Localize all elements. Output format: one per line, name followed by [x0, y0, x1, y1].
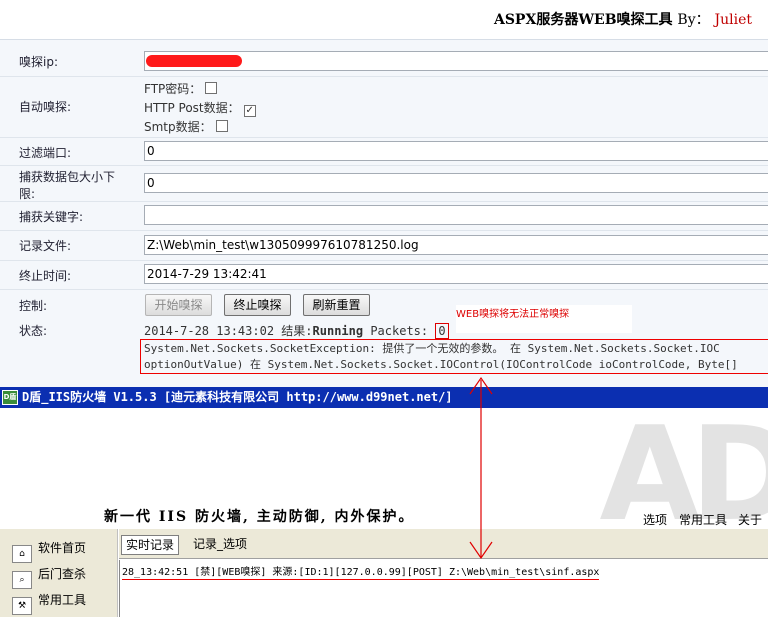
smtp-label: Smtp数据： [144, 120, 212, 134]
log-file-label: 记录文件: [19, 239, 72, 253]
log-file-input[interactable]: Z:\Web\min_test\w130509997610781250.log [144, 235, 768, 255]
min-packet-input[interactable]: 0 [144, 173, 768, 193]
port-filter-label: 过滤端口: [19, 146, 72, 160]
by-label: By： [677, 12, 710, 28]
watermark-logo: AD [599, 408, 768, 528]
nav-tools-label: 常用工具 [38, 593, 87, 607]
nav-scan-label: 后门查杀 [38, 567, 87, 581]
title-bar: ASPX服务器WEB嗅探工具 By： Juliet [0, 0, 768, 40]
row-separator [0, 76, 768, 77]
menu-tools[interactable]: 常用工具 [679, 511, 727, 528]
log-entry[interactable]: 28_13:42:51 [禁][WEB嗅探] 来源:[ID:1][127.0.0… [122, 563, 600, 580]
tab-realtime-log[interactable]: 实时记录 [121, 535, 180, 555]
smtp-option: Smtp数据： [144, 118, 228, 135]
row-separator [0, 289, 768, 290]
error-line-1: System.Net.Sockets.SocketException: 提供了一… [144, 342, 720, 355]
author-name: Juliet [714, 12, 753, 28]
port-filter-input[interactable]: 0 [144, 141, 768, 161]
status-label: 状态: [19, 324, 48, 338]
control-label: 控制: [19, 299, 48, 313]
row-separator [0, 165, 768, 166]
status-result: Running [312, 324, 364, 338]
firewall-banner: AD 新一代 IIS 防火墙, 主动防御, 内外保护。 [0, 408, 768, 528]
status-packets: 0 [435, 323, 449, 339]
dshield-logo-icon: D盾 [2, 390, 18, 405]
log-area: 28_13:42:51 [禁][WEB嗅探] 来源:[ID:1][127.0.0… [119, 560, 768, 617]
http-label: HTTP Post数据： [144, 101, 240, 115]
error-box: System.Net.Sockets.SocketException: 提供了一… [140, 339, 768, 374]
min-packet-label-line1: 捕获数据包大小下 [19, 170, 116, 184]
redaction-mark [146, 55, 242, 67]
left-nav-panel: ⌂ 软件首页 ⌕ 后门查杀 ⚒ 常用工具 [0, 529, 118, 617]
firewall-title: D盾_IIS防火墙 V1.5.3 [迪元素科技有限公司 http://www.d… [22, 390, 453, 404]
ftp-label: FTP密码： [144, 82, 202, 96]
keyword-label: 捕获关键字: [19, 210, 84, 224]
row-separator [0, 201, 768, 202]
keyword-input[interactable] [144, 205, 768, 225]
firewall-title-bar[interactable]: D盾_IIS防火墙 V1.5.3 [迪元素科技有限公司 http://www.d… [0, 387, 768, 408]
nav-home-label: 软件首页 [38, 541, 87, 555]
sniffer-page: ASPX服务器WEB嗅探工具 By： Juliet 嗅探ip: 自动嗅探: FT… [0, 0, 768, 387]
scan-icon: ⌕ [12, 571, 32, 589]
status-line: 2014-7-28 13:43:02 结果:Running Packets: 0 [144, 322, 449, 339]
stop-sniff-button[interactable]: 终止嗅探 [224, 294, 291, 316]
nav-backdoor-scan[interactable]: ⌕ 后门查杀 [12, 565, 86, 589]
status-result-label: 结果: [281, 324, 313, 338]
home-icon: ⌂ [12, 545, 32, 563]
warning-note: WEB嗅探将无法正常嗅探 [456, 305, 632, 333]
ftp-option: FTP密码： [144, 80, 218, 97]
status-time: 2014-7-28 13:43:02 [144, 324, 275, 338]
http-option: HTTP Post数据： ✓ [144, 99, 256, 117]
sniff-ip-label: 嗅探ip: [19, 55, 58, 69]
http-checkbox[interactable]: ✓ [243, 105, 256, 117]
firewall-window: D盾_IIS防火墙 V1.5.3 [迪元素科技有限公司 http://www.d… [0, 387, 768, 617]
tabs-bar: 实时记录 记录_选项 [119, 529, 768, 559]
smtp-checkbox[interactable] [215, 120, 228, 132]
start-sniff-button[interactable]: 开始嗅探 [145, 294, 212, 316]
reset-button[interactable]: 刷新重置 [303, 294, 370, 316]
min-packet-label-line2: 限: [19, 187, 36, 201]
min-packet-label: 捕获数据包大小下 限: [19, 168, 115, 202]
row-separator [0, 137, 768, 138]
tools-icon: ⚒ [12, 597, 32, 615]
nav-home[interactable]: ⌂ 软件首页 [12, 539, 86, 563]
tab-log-options[interactable]: 记录_选项 [189, 535, 251, 555]
end-time-input[interactable]: 2014-7-29 13:42:41 [144, 264, 768, 284]
menu-options[interactable]: 选项 [643, 511, 667, 528]
end-time-label: 终止时间: [19, 269, 72, 283]
page-title-text: ASPX服务器WEB嗅探工具 [493, 12, 673, 28]
auto-sniff-label: 自动嗅探: [19, 100, 72, 114]
ftp-checkbox[interactable] [205, 82, 218, 94]
row-separator [0, 260, 768, 261]
error-line-2: optionOutValue) 在 System.Net.Sockets.Soc… [144, 358, 738, 371]
row-separator [0, 230, 768, 231]
menu-about[interactable]: 关于 [738, 511, 762, 528]
nav-tools[interactable]: ⚒ 常用工具 [12, 591, 86, 615]
status-packets-label: Packets: [370, 324, 429, 338]
firewall-slogan: 新一代 IIS 防火墙, 主动防御, 内外保护。 [104, 509, 415, 525]
page-title: ASPX服务器WEB嗅探工具 By： Juliet [494, 9, 752, 29]
